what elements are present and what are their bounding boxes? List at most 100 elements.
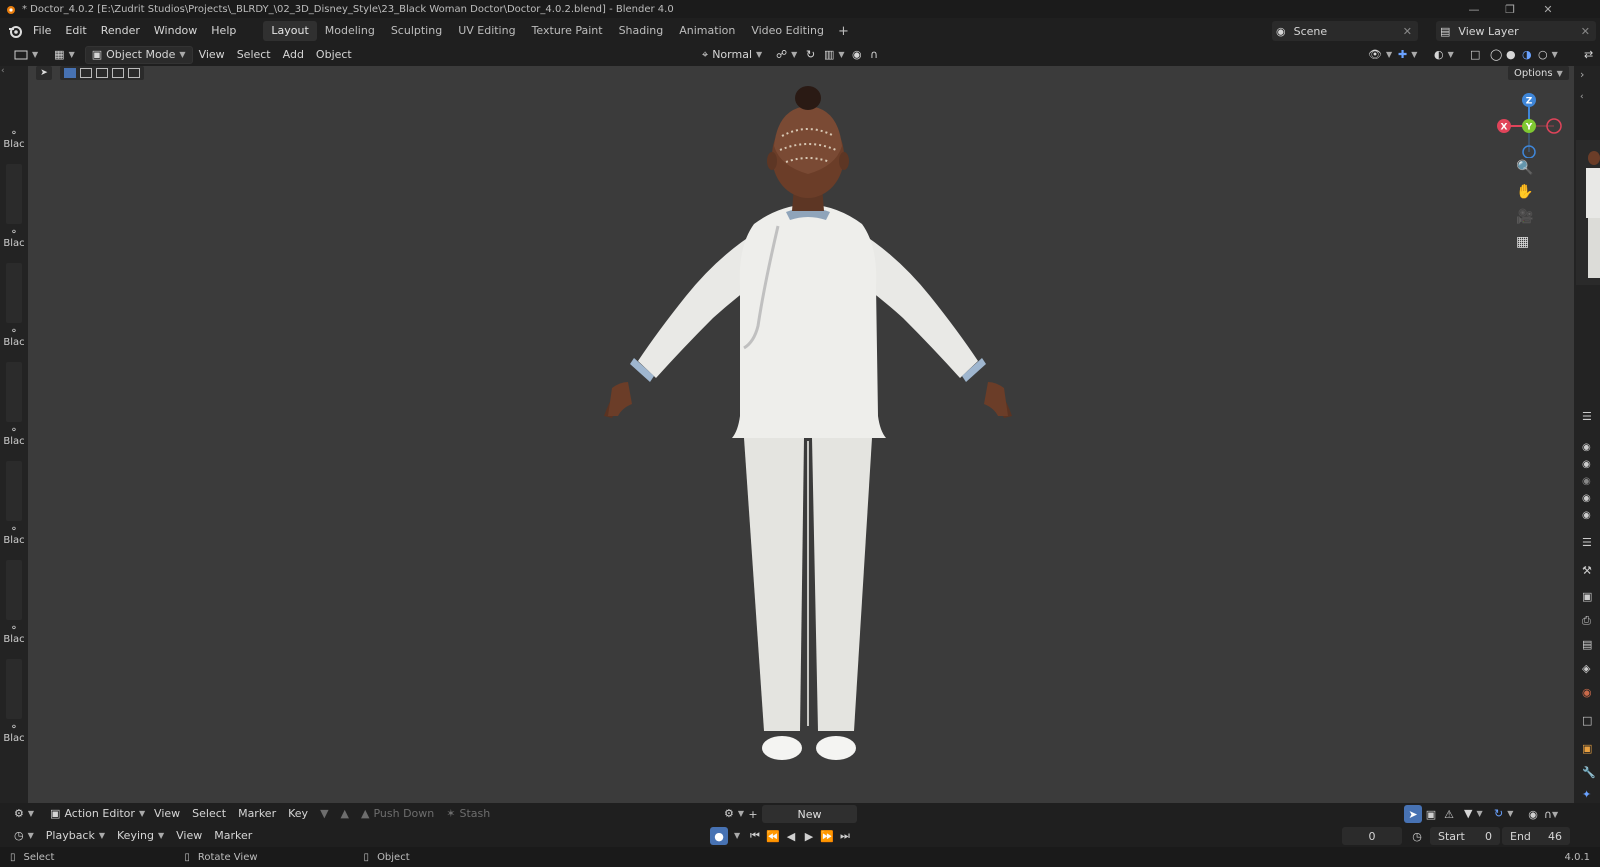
editor-menu-icon[interactable]: ▦ ▼ [48,46,81,64]
new-action-plus-icon[interactable]: + [744,805,762,823]
strip-item-6[interactable]: ⚬ Blac [3,623,25,645]
camera-visibility-icon-2[interactable]: ◉ [1582,459,1591,470]
select-invert-icon[interactable] [112,68,124,78]
blender-logo-icon[interactable] [4,24,26,38]
end-frame-field[interactable]: End 46 [1502,827,1570,845]
tab-layout[interactable]: Layout [263,21,317,41]
next-keyframe-icon[interactable]: ⏩ [818,827,836,845]
output-properties-icon[interactable]: ⎙ [1582,614,1591,628]
select-tool-icon[interactable]: ➤ [36,66,52,80]
add-workspace-icon[interactable]: + [832,24,855,39]
menu-render[interactable]: Render [94,21,147,41]
strip-item-7[interactable]: ⚬ Blac [3,722,25,744]
auto-keying-icon[interactable]: ● [710,827,728,845]
menu-file[interactable]: File [26,21,58,41]
collapse-right-icon[interactable]: › [1580,68,1584,81]
scene-properties-icon[interactable]: ◈ [1582,662,1590,675]
render-properties-icon[interactable]: ▣ [1582,590,1592,603]
perspective-grid-icon[interactable]: ▦ [1516,234,1529,250]
camera-view-icon[interactable]: 🎥 [1516,209,1533,225]
doctor-character-model[interactable] [568,86,1048,786]
transform-orientation-dropdown[interactable]: ⌖ Normal ▼ [696,46,768,64]
editor-type-icon[interactable]: ▼ [8,46,44,64]
current-frame-field[interactable]: 0 [1342,827,1402,845]
restore-icon[interactable]: ❐ [1492,0,1528,18]
stash-button[interactable]: ✶ Stash [440,805,496,823]
select-intersect-icon[interactable] [128,68,140,78]
pivot-point-icon[interactable]: ☍ ▼ [770,46,803,64]
tab-modeling[interactable]: Modeling [317,21,383,41]
falloff-curve-icon[interactable]: ∩ ▼ [1542,805,1560,823]
strip-item-1[interactable]: ⚬ Blac [3,128,25,150]
properties-editor-icon[interactable]: ☰ [1582,536,1592,549]
scene-selector[interactable]: ◉ Scene ✕ [1272,21,1418,41]
object-properties-icon[interactable]: ▣ [1582,742,1592,755]
world-properties-icon[interactable]: ◉ [1582,686,1592,699]
tab-video-editing[interactable]: Video Editing [743,21,832,41]
menu-help[interactable]: Help [204,21,243,41]
show-hidden-icon[interactable]: ▣ [1422,805,1440,823]
preview-range-icon[interactable]: ◷ [1408,827,1426,845]
only-selected-icon[interactable]: ➤ [1404,805,1422,823]
play-icon[interactable]: ▶ [800,827,818,845]
zoom-icon[interactable]: 🔍 [1516,160,1533,176]
camera-visibility-icon[interactable]: ◉ [1582,442,1591,453]
timeline-editor-type-icon[interactable]: ◷ ▼ [8,827,40,845]
falloff-icon[interactable]: ∩ [864,46,884,64]
tab-uv-editing[interactable]: UV Editing [450,21,523,41]
menu-window[interactable]: Window [147,21,204,41]
camera-visibility-icon-3[interactable]: ◉ [1582,476,1591,487]
strip-item-5[interactable]: ⚬ Blac [3,524,25,546]
timeline-menu-marker[interactable]: Marker [208,827,258,845]
tab-shading[interactable]: Shading [611,21,672,41]
proportional-icon[interactable]: ◉ [1524,805,1542,823]
new-action-button[interactable]: New [762,805,857,823]
action-menu-view[interactable]: View [148,805,186,823]
3d-viewport[interactable]: ➤ › Options▼ Z X Y 🔍 ✋ 🎥 ▦ [28,66,1574,803]
collapse-arrow-icon[interactable]: ‹ [1,66,5,76]
tab-sculpting[interactable]: Sculpting [383,21,450,41]
shading-rendered-icon[interactable]: ○ ▼ [1532,46,1564,64]
keying-set-icon[interactable]: ▼ [728,827,746,845]
panel-expand-icon[interactable]: ‹ [1580,92,1584,102]
minimize-icon[interactable]: — [1456,0,1492,18]
scene-pin-icon[interactable]: ✕ [1403,25,1412,38]
layer-up-icon[interactable]: ▲ [335,805,355,823]
menu-edit[interactable]: Edit [58,21,93,41]
menu-add[interactable]: Add [277,46,310,64]
action-editor-mode-dropdown[interactable]: ▣ Action Editor ▼ [44,805,148,823]
modifier-properties-icon[interactable]: 🔧 [1582,766,1596,779]
jump-start-icon[interactable]: ⏮ [746,827,764,845]
pan-hand-icon[interactable]: ✋ [1516,184,1533,200]
menu-view[interactable]: View [193,46,231,64]
dopesheet-editor-type-icon[interactable]: ⚙ ▼ [8,805,40,823]
gizmo-toggle-icon[interactable]: ✚ ▼ [1392,46,1423,64]
overlay-toggle-icon[interactable]: ◐ ▼ [1428,46,1460,64]
collection-properties-icon[interactable]: □ [1582,714,1592,727]
start-frame-field[interactable]: Start 0 [1430,827,1500,845]
tab-animation[interactable]: Animation [671,21,743,41]
tab-texture-paint[interactable]: Texture Paint [524,21,611,41]
camera-visibility-icon-4[interactable]: ◉ [1582,493,1591,504]
menu-select[interactable]: Select [231,46,277,64]
options-dropdown[interactable]: Options ▼ [1508,66,1569,80]
action-menu-select[interactable]: Select [186,805,232,823]
select-subtract-icon[interactable] [96,68,108,78]
select-extend-icon[interactable] [80,68,92,78]
select-new-icon[interactable] [64,68,76,78]
jump-end-icon[interactable]: ⏭ [836,827,854,845]
play-reverse-icon[interactable]: ◀ [782,827,800,845]
action-menu-marker[interactable]: Marker [232,805,282,823]
view-layer-close-icon[interactable]: ✕ [1581,25,1590,38]
close-icon[interactable]: ✕ [1530,0,1566,18]
menu-object[interactable]: Object [310,46,358,64]
layer-down-icon[interactable]: ▼ [314,805,334,823]
view-layer-selector[interactable]: ▤ View Layer ✕ [1436,21,1596,41]
camera-visibility-icon-5[interactable]: ◉ [1582,510,1591,521]
view-layer-properties-icon[interactable]: ▤ [1582,638,1592,651]
strip-item-3[interactable]: ⚬ Blac [3,326,25,348]
action-menu-key[interactable]: Key [282,805,314,823]
sidebar-toggle-icon[interactable]: ⇄ [1578,46,1599,64]
strip-item-4[interactable]: ⚬ Blac [3,425,25,447]
keying-dropdown[interactable]: Keying ▼ [111,827,170,845]
